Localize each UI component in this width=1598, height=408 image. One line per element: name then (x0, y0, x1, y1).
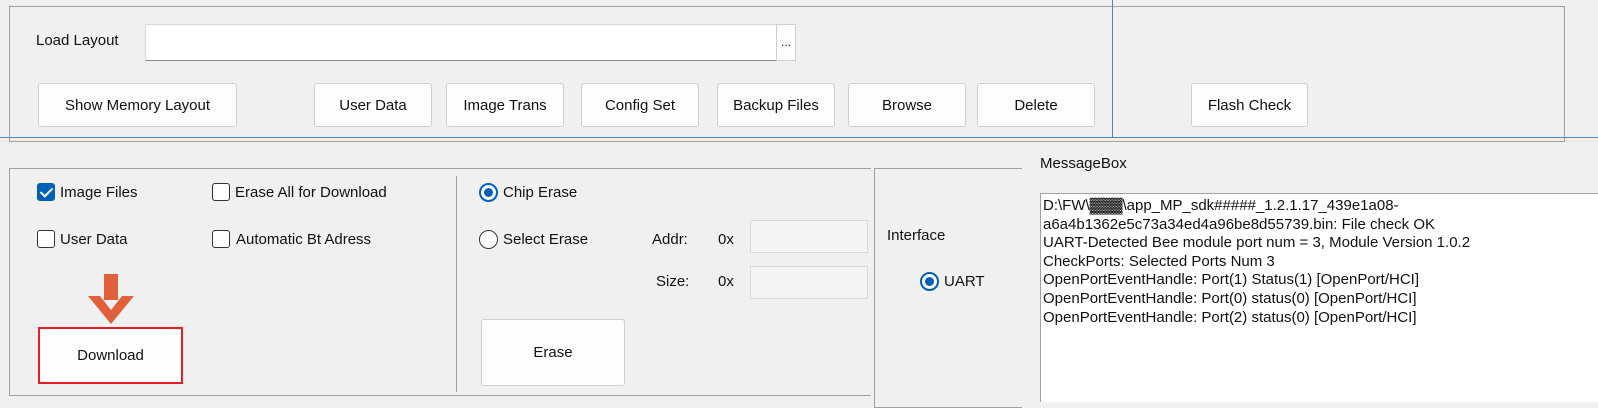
user-data-checkbox[interactable] (37, 230, 55, 248)
guide-line-vertical (1112, 0, 1113, 138)
log-line: D:\FW\▓▓▓\app_MP_sdk#####_1.2.1.17_439e1… (1043, 197, 1399, 214)
messagebox-log[interactable]: D:\FW\▓▓▓\app_MP_sdk#####_1.2.1.17_439e1… (1040, 193, 1598, 402)
backup-files-button[interactable]: Backup Files (717, 83, 835, 127)
log-line: OpenPortEventHandle: Port(2) status(0) [… (1043, 308, 1417, 326)
image-files-label: Image Files (60, 184, 138, 201)
chip-erase-radio[interactable] (479, 183, 498, 202)
interface-label: Interface (887, 227, 946, 244)
addr-label: Addr: (652, 231, 688, 248)
delete-button[interactable]: Delete (977, 83, 1095, 127)
load-layout-label: Load Layout (36, 32, 119, 49)
uart-label: UART (944, 273, 985, 290)
automatic-bt-checkbox[interactable] (212, 230, 230, 248)
size-hex-prefix: 0x (718, 273, 734, 290)
guide-line-horizontal (0, 137, 1598, 138)
log-line: OpenPortEventHandle: Port(0) status(0) [… (1043, 289, 1417, 307)
size-label: Size: (656, 273, 690, 290)
annotation-arrow-down-icon (88, 274, 134, 324)
erase-all-label: Erase All for Download (235, 184, 387, 201)
image-files-checkbox[interactable] (37, 183, 55, 201)
addr-input[interactable] (750, 220, 868, 253)
log-line: UART-Detected Bee module port num = 3, M… (1043, 234, 1471, 252)
image-trans-button[interactable]: Image Trans (446, 83, 564, 127)
load-layout-input[interactable] (145, 24, 777, 61)
erase-all-checkbox[interactable] (212, 183, 230, 201)
download-erase-divider (456, 176, 457, 392)
show-memory-layout-button[interactable]: Show Memory Layout (38, 83, 237, 127)
erase-button[interactable]: Erase (481, 319, 625, 386)
user-data-label: User Data (60, 231, 128, 248)
user-data-button[interactable]: User Data (314, 83, 432, 127)
log-line: a6a4b1362e5c73a34ed4a96be8d55739.bin: Fi… (1043, 215, 1435, 233)
log-line: OpenPortEventHandle: Port(1) Status(1) [… (1043, 271, 1420, 289)
select-erase-label: Select Erase (503, 231, 589, 248)
size-input[interactable] (750, 266, 868, 299)
addr-hex-prefix: 0x (718, 231, 734, 248)
load-layout-browse-button[interactable]: ... (776, 24, 796, 61)
select-erase-radio[interactable] (479, 230, 498, 249)
log-line: CheckPorts: Selected Ports Num 3 (1043, 252, 1275, 270)
uart-radio[interactable] (920, 272, 939, 291)
chip-erase-label: Chip Erase (503, 184, 578, 201)
flash-check-button[interactable]: Flash Check (1191, 83, 1308, 127)
messagebox-title: MessageBox (1040, 155, 1127, 172)
automatic-bt-label: Automatic Bt Adress (236, 231, 372, 248)
browse-button[interactable]: Browse (848, 83, 966, 127)
config-set-button[interactable]: Config Set (581, 83, 699, 127)
download-button[interactable]: Download (38, 327, 183, 384)
